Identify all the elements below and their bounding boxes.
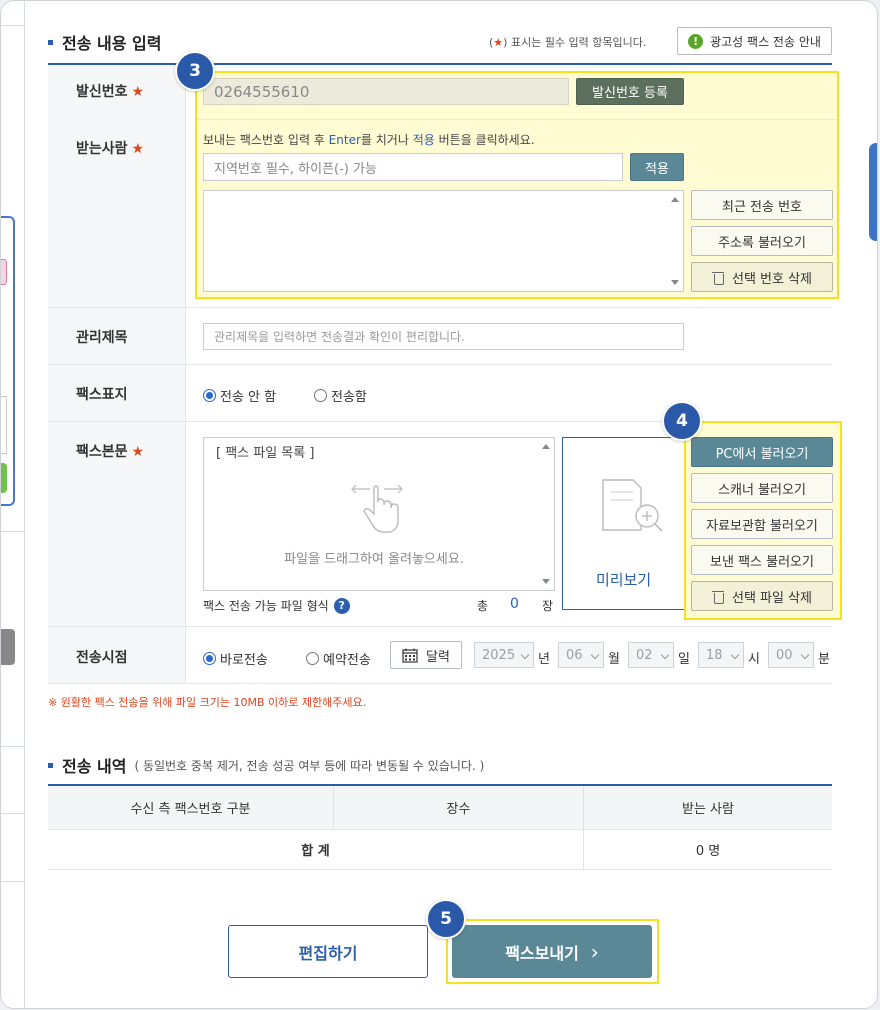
exclamation-icon: ! <box>688 33 704 49</box>
recipient-list[interactable] <box>203 190 684 292</box>
cover-none-radio[interactable]: 전송 안 함 <box>203 386 276 405</box>
total-recipients: 0 명 <box>695 844 721 859</box>
total-row-label: 합 계 <box>301 844 330 859</box>
cover-send-radio[interactable]: 전송함 <box>314 386 367 405</box>
left-panel-edge <box>1 1 25 1008</box>
total-unit: 장 <box>542 599 554 613</box>
apply-button[interactable]: 적용 <box>630 153 684 181</box>
recipient-helper: 보내는 팩스번호 입력 후 Enter를 치거나 적용 버튼을 클릭하세요. <box>203 133 535 147</box>
left-tag <box>1 259 7 285</box>
delete-selected-file-button[interactable]: 선택 파일 삭제 <box>691 581 833 611</box>
radio-checked-icon[interactable] <box>203 389 216 402</box>
sender-number-field[interactable]: 0264555610 <box>203 78 569 105</box>
calendar-button[interactable]: 달력 <box>390 641 462 669</box>
load-from-scanner-button[interactable]: 스캐너 불러오기 <box>691 473 833 503</box>
scroll-up-icon[interactable] <box>671 197 679 202</box>
file-size-notice: ※ 원활한 팩스 전송을 위해 파일 크기는 10MB 이하로 제한해주세요. <box>48 696 367 709</box>
drag-hand-icon <box>351 484 403 533</box>
body-label: 팩스본문 ★ <box>76 444 145 460</box>
hour-select[interactable]: 18 <box>698 642 744 668</box>
cover-label: 팩스표지 <box>76 387 128 403</box>
scroll-down-icon[interactable] <box>671 280 679 285</box>
side-tab[interactable] <box>869 143 877 241</box>
step-4-badge: 4 <box>662 401 702 441</box>
left-gray-button[interactable] <box>1 629 15 665</box>
chevron-down-icon <box>660 650 670 660</box>
address-book-button[interactable]: 주소록 불러오기 <box>691 226 833 256</box>
col-pages: 장수 <box>334 786 583 829</box>
manage-title-input[interactable]: 관리제목을 입력하면 전송결과 확인이 편리합니다. <box>203 323 684 350</box>
delete-selected-number-button[interactable]: 선택 번호 삭제 <box>691 262 833 292</box>
step-3-badge: 3 <box>175 51 215 91</box>
left-green-button[interactable] <box>1 463 7 493</box>
schedule-label: 전송시점 <box>76 650 128 666</box>
title-bullet <box>48 762 53 768</box>
chevron-right-icon: › <box>590 939 599 964</box>
col-recipients: 받는 사람 <box>584 786 832 829</box>
send-fax-button[interactable]: 팩스보내기 › <box>452 925 652 978</box>
scroll-down-icon[interactable] <box>542 579 550 584</box>
chevron-down-icon <box>730 650 740 660</box>
register-sender-button[interactable]: 발신번호 등록 <box>576 78 684 105</box>
radio-unchecked-icon[interactable] <box>314 389 327 402</box>
calendar-icon <box>402 648 418 663</box>
preview-magnifier-icon <box>602 479 663 532</box>
fax-file-dropzone[interactable]: [ 팩스 파일 목록 ] 파일을 드래그하여 올려놓으세요. <box>203 437 555 591</box>
label-col <box>48 65 185 307</box>
reserve-send-radio[interactable]: 예약전송 <box>306 649 371 668</box>
left-box <box>1 396 7 454</box>
total-count: 0 <box>510 596 519 612</box>
send-now-radio[interactable]: 바로전송 <box>203 649 268 668</box>
load-from-pc-button[interactable]: PC에서 불러오기 <box>691 437 833 467</box>
recent-numbers-button[interactable]: 최근 전송 번호 <box>691 190 833 220</box>
section-title: 전송 내용 입력 <box>48 30 161 54</box>
sender-label: 발신번호 ★ <box>76 84 145 100</box>
file-formats-info: 팩스 전송 가능 파일 형식 ? <box>203 597 350 614</box>
fax-send-panel: 전송 내용 입력 (★) 표시는 필수 입력 항목입니다. ! 광고성 팩스 전… <box>0 0 878 1009</box>
trash-icon <box>711 590 724 604</box>
preview-label: 미리보기 <box>596 571 652 589</box>
drop-hint: 파일을 드래그하여 올려놓으세요. <box>284 552 464 567</box>
ad-fax-info-button[interactable]: ! 광고성 팩스 전송 안내 <box>677 27 832 55</box>
chevron-down-icon <box>800 650 810 660</box>
col-fax-type: 수신 측 팩스번호 구분 <box>48 786 333 829</box>
day-select[interactable]: 02 <box>628 642 674 668</box>
history-title: 전송 내역 ( 동일번호 중복 제거, 전송 성공 여부 등에 따라 변동될 수… <box>48 753 484 777</box>
load-sent-fax-button[interactable]: 보낸 팩스 불러오기 <box>691 545 833 575</box>
radio-unchecked-icon[interactable] <box>306 652 319 665</box>
recipient-number-input[interactable]: 지역번호 필수, 하이픈(-) 가능 <box>203 153 623 181</box>
file-list-title: [ 팩스 파일 목록 ] <box>216 446 315 461</box>
chevron-down-icon <box>520 650 530 660</box>
preview-panel[interactable]: 미리보기 <box>562 437 692 610</box>
help-icon[interactable]: ? <box>333 597 350 614</box>
chevron-down-icon <box>590 650 600 660</box>
scroll-up-icon[interactable] <box>542 444 550 449</box>
trash-icon <box>711 271 724 285</box>
edit-button[interactable]: 편집하기 <box>228 925 428 978</box>
title-bullet <box>48 39 53 45</box>
recipient-label: 받는사람 ★ <box>76 141 145 157</box>
step-5-badge: 5 <box>426 899 466 939</box>
required-note: (★) 표시는 필수 입력 항목입니다. <box>489 36 647 49</box>
total-label: 총 <box>477 599 489 613</box>
manage-title-label: 관리제목 <box>76 330 128 346</box>
month-select[interactable]: 06 <box>558 642 604 668</box>
radio-checked-icon[interactable] <box>203 652 216 665</box>
load-from-archive-button[interactable]: 자료보관함 불러오기 <box>691 509 833 539</box>
minute-select[interactable]: 00 <box>768 642 814 668</box>
year-select[interactable]: 2025 <box>474 642 534 668</box>
